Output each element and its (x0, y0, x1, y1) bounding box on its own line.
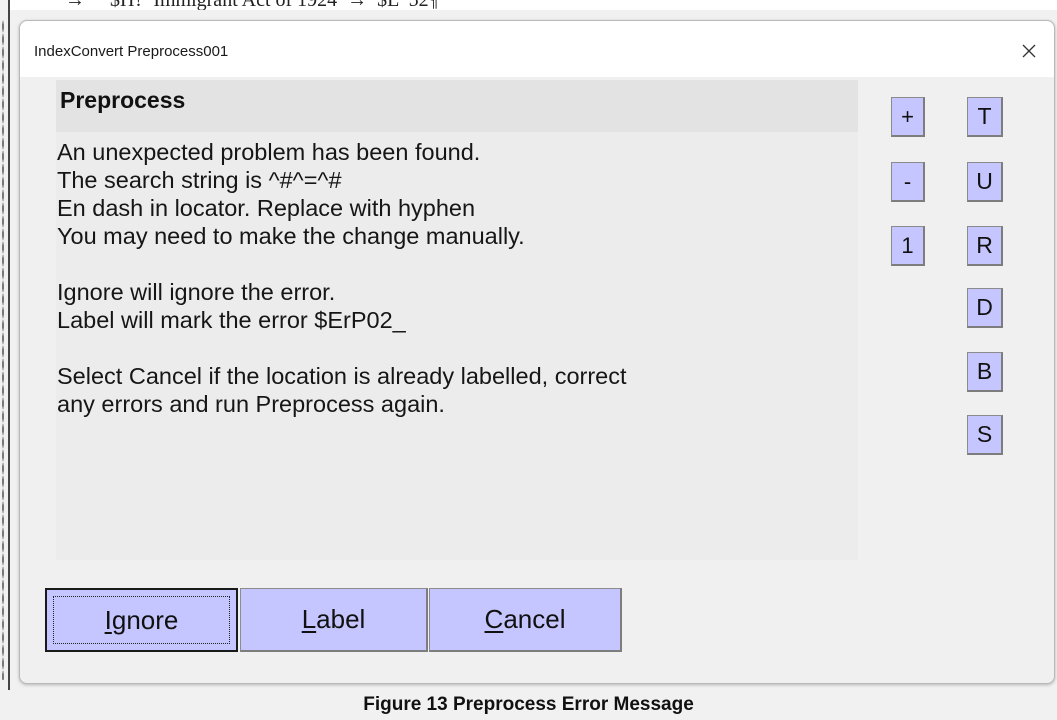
u-button[interactable]: U (967, 162, 1003, 202)
preprocess-dialog: IndexConvert Preprocess001 Preprocess An… (19, 20, 1055, 684)
document-margin-dots (2, 20, 4, 680)
figure-caption: Figure 13 Preprocess Error Message (363, 694, 694, 715)
dialog-title: IndexConvert Preprocess001 (34, 43, 229, 60)
cancel-button[interactable]: Cancel (429, 588, 622, 652)
label-button[interactable]: Label (240, 588, 428, 652)
dialog-titlebar: IndexConvert Preprocess001 (20, 21, 1054, 77)
ignore-button[interactable]: Ignore (45, 588, 238, 652)
document-text-strip: → $H? Immigrant Act of 1924 → $L 52¶ (10, 0, 1057, 10)
decrease-font-button[interactable]: - (891, 162, 925, 202)
t-button[interactable]: T (967, 97, 1003, 137)
message-line (56, 334, 858, 362)
ignore-label: gnore (111, 604, 179, 635)
message-heading: Preprocess (60, 87, 186, 113)
message-panel: Preprocess An unexpected problem has bee… (56, 80, 858, 560)
message-heading-bar: Preprocess (56, 80, 858, 132)
message-line: An unexpected problem has been found. (57, 139, 481, 165)
d-button[interactable]: D (967, 288, 1003, 328)
message-line: Ignore will ignore the error. (57, 279, 336, 305)
close-icon (1022, 44, 1036, 58)
message-body: An unexpected problem has been found. Th… (56, 138, 858, 418)
reset-font-button[interactable]: 1 (891, 226, 925, 266)
close-button[interactable] (1004, 31, 1054, 71)
message-line (56, 250, 858, 278)
increase-font-button[interactable]: + (891, 97, 925, 137)
message-line: You may need to make the change manually… (57, 223, 525, 249)
label-label: abel (316, 604, 366, 634)
message-line: The search string is ^#^=^# (57, 167, 342, 193)
message-line: Select Cancel if the location is already… (57, 363, 627, 389)
message-line: any errors and run Preprocess again. (57, 391, 445, 417)
message-line: Label will mark the error $ErP02_ (57, 307, 406, 333)
document-margin-rule (8, 0, 10, 690)
message-line: En dash in locator. Replace with hyphen (57, 195, 476, 221)
document-text-line: → $H? Immigrant Act of 1924 → $L 52¶ (65, 0, 438, 10)
cancel-label: ancel (503, 604, 566, 634)
r-button[interactable]: R (967, 226, 1003, 266)
ignore-accel: I (104, 604, 112, 635)
label-accel: L (301, 604, 317, 634)
s-button[interactable]: S (967, 415, 1003, 455)
b-button[interactable]: B (967, 352, 1003, 392)
cancel-accel: C (484, 604, 504, 634)
